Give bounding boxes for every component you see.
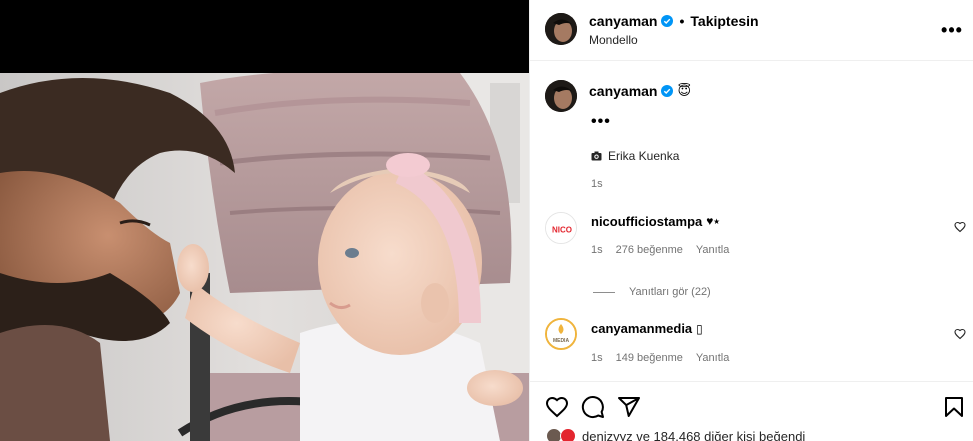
comment-like-heart-icon[interactable] — [954, 221, 966, 233]
view-replies-label[interactable]: Yanıtları gör (22) — [629, 286, 711, 298]
separator-dot: • — [679, 13, 685, 29]
verified-badge-icon — [661, 85, 674, 97]
liked-by-text[interactable]: denizyyz ve 184.468 diğer kişi beğendi — [582, 429, 805, 441]
author-avatar[interactable] — [545, 13, 577, 45]
post-location[interactable]: Mondello — [589, 33, 638, 47]
comment-text: ▯ — [696, 321, 703, 336]
like-heart-icon[interactable] — [545, 395, 569, 419]
replies-divider — [593, 291, 615, 293]
caption-text: ••• — [591, 113, 611, 130]
comment-likes[interactable]: 149 beğenme — [616, 352, 683, 364]
liked-by-summary[interactable]: denizyyz ve 184.468 diğer kişi beğendi — [546, 428, 805, 441]
comment-line: canyamanmedia ▯ — [591, 321, 703, 336]
author-username[interactable]: canyaman — [589, 13, 657, 29]
post-media[interactable] — [0, 0, 529, 441]
comment-meta: 1s 149 beğenme Yanıtla — [591, 352, 729, 364]
camera-icon — [591, 151, 602, 161]
comment-text: ♥⭑ — [706, 214, 720, 228]
view-replies-button[interactable]: Yanıtları gör (22) — [593, 286, 711, 298]
media-logo-text: MEDIA — [553, 338, 570, 344]
caption-username[interactable]: canyaman — [589, 83, 657, 99]
comment-reply-button[interactable]: Yanıtla — [696, 244, 729, 256]
save-bookmark-icon[interactable] — [942, 395, 966, 419]
comment-avatar-nico[interactable]: NICO — [545, 212, 577, 244]
post-panel: canyaman • Takiptesin Mondello ••• canya… — [529, 0, 973, 441]
post-modal: canyaman • Takiptesin Mondello ••• canya… — [0, 0, 973, 441]
comment-likes[interactable]: 276 beğenme — [616, 244, 683, 256]
comments-list[interactable]: canyaman 😇 ••• Erika Kuenka 1s NICO nico… — [530, 62, 973, 380]
more-options-button[interactable]: ••• — [940, 18, 964, 42]
caption-author-line: canyaman 😇 — [589, 83, 691, 99]
nico-logo-text: NICO — [552, 226, 572, 235]
caption-emoji: 😇 — [677, 83, 692, 98]
post-photo[interactable] — [0, 73, 529, 441]
post-header: canyaman • Takiptesin Mondello ••• — [530, 0, 973, 61]
comment-bubble-icon[interactable] — [581, 395, 605, 419]
author-line: canyaman • Takiptesin — [589, 13, 759, 29]
photo-credit: Erika Kuenka — [591, 149, 679, 163]
caption-avatar[interactable] — [545, 80, 577, 112]
post-image — [0, 73, 529, 441]
liker-avatar — [560, 428, 576, 441]
share-send-icon[interactable] — [617, 395, 641, 419]
comment-time[interactable]: 1s — [591, 352, 603, 364]
comment-avatar-media[interactable]: MEDIA — [545, 318, 577, 350]
comment-username[interactable]: canyamanmedia — [591, 321, 692, 336]
post-actions-bar — [530, 381, 973, 431]
comment-line: nicoufficiostampa ♥⭑ — [591, 214, 720, 229]
verified-badge-icon — [661, 15, 674, 27]
comment-reply-button[interactable]: Yanıtla — [696, 352, 729, 364]
comment-username[interactable]: nicoufficiostampa — [591, 214, 702, 229]
following-button[interactable]: Takiptesin — [690, 13, 758, 29]
comment-time[interactable]: 1s — [591, 244, 603, 256]
comment-meta: 1s 276 beğenme Yanıtla — [591, 244, 729, 256]
photo-credit-name: Erika Kuenka — [608, 149, 680, 163]
comment-like-heart-icon[interactable] — [954, 328, 966, 340]
caption-timestamp[interactable]: 1s — [591, 178, 603, 190]
